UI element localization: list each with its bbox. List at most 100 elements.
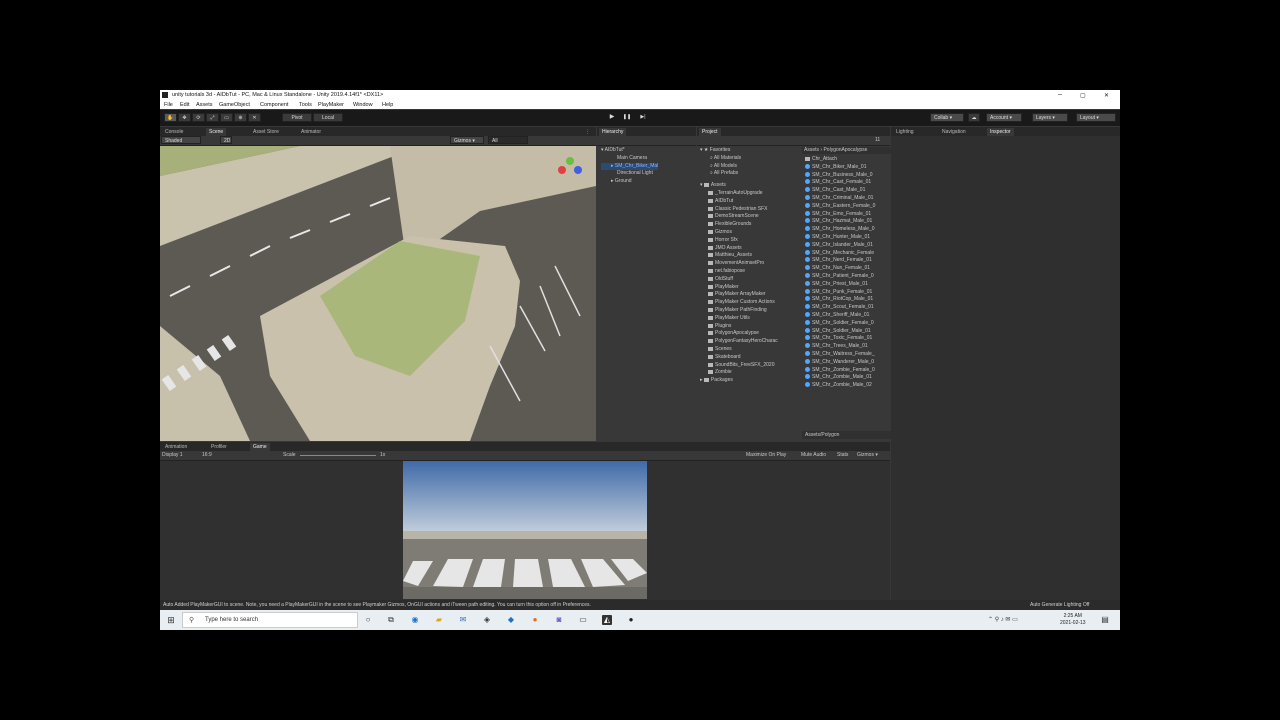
custom-tool-icon[interactable]: ✕: [248, 113, 261, 122]
hierarchy-item-selected[interactable]: ▸ SM_Chr_Biker_Mal: [601, 162, 659, 171]
discord-icon[interactable]: ◙: [554, 615, 564, 625]
system-tray-icons[interactable]: ⌃ ⚲ ♪ ✉ ▭: [988, 616, 1018, 623]
folder-item[interactable]: FlexibleGrounds: [700, 221, 800, 229]
menu-gameobject[interactable]: GameObject: [219, 102, 250, 108]
tab-asset-store[interactable]: Asset Store: [250, 128, 282, 136]
menu-file[interactable]: File: [164, 102, 173, 108]
file-item[interactable]: SM_Chr_Nerd_Female_01: [805, 257, 889, 265]
minimize-button[interactable]: –: [1058, 91, 1062, 98]
folder-item[interactable]: Plugins: [700, 323, 800, 331]
folder-item[interactable]: SoundBits_FreeSFX_2020: [700, 362, 800, 370]
favorite-item[interactable]: ⌕ All Prefabs: [700, 170, 800, 178]
file-item[interactable]: SM_Chr_Nun_Female_01: [805, 265, 889, 273]
scene-viewport[interactable]: [160, 146, 596, 441]
firefox-icon[interactable]: ●: [530, 615, 540, 625]
clock[interactable]: 2:25 AM 2021-02-13: [1060, 613, 1086, 627]
hand-tool-icon[interactable]: ✋: [164, 113, 177, 122]
tab-inspector[interactable]: Inspector: [987, 128, 1014, 136]
file-item[interactable]: SM_Chr_Zombie_Male_01: [805, 374, 889, 382]
unity-hub-icon[interactable]: ●: [626, 615, 636, 625]
file-item[interactable]: SM_Chr_Eastern_Female_0: [805, 202, 889, 211]
vscode-icon[interactable]: ◆: [506, 615, 516, 625]
task-view-icon[interactable]: ⧉: [386, 615, 396, 625]
move-tool-icon[interactable]: ✥: [178, 113, 191, 122]
app-icon[interactable]: ◈: [482, 615, 492, 625]
file-item[interactable]: SM_Chr_Toxic_Female_01: [805, 335, 889, 343]
transform-tool-icon[interactable]: ⊕: [234, 113, 247, 122]
favorites-header[interactable]: ▾ ★ Favorites: [700, 147, 800, 155]
file-item[interactable]: SM_Chr_Patient_Female_0: [805, 272, 889, 281]
file-item[interactable]: SM_Chr_RiotCop_Male_01: [805, 296, 889, 304]
stats-toggle[interactable]: Stats: [837, 451, 848, 460]
tab-navigation[interactable]: Navigation: [939, 128, 969, 136]
folder-item[interactable]: _TerrainAutoUpgrade: [700, 190, 800, 198]
file-item[interactable]: SM_Chr_Soldier_Male_01: [805, 327, 889, 336]
file-item[interactable]: SM_Chr_Cast_Male_01: [805, 187, 889, 195]
pivot-toggle[interactable]: Pivot: [282, 113, 312, 122]
folder-item[interactable]: PlayMaker Custom Actions: [700, 299, 800, 307]
hierarchy-item[interactable]: ▾ AIDbTut*: [601, 147, 658, 155]
pause-button[interactable]: ❚❚: [621, 113, 633, 122]
folder-item[interactable]: PlayMaker PathFinding: [700, 307, 800, 315]
edge-icon[interactable]: ◉: [410, 615, 420, 625]
taskbar-search-box[interactable]: ⚲ Type here to search: [182, 612, 358, 628]
file-item[interactable]: SM_Chr_Hazmat_Male_01: [805, 218, 889, 226]
mute-audio-toggle[interactable]: Mute Audio: [801, 451, 826, 460]
2d-toggle[interactable]: 2D: [220, 136, 232, 144]
file-item[interactable]: SM_Chr_Zombie_Male_02: [805, 382, 889, 390]
file-item[interactable]: SM_Chr_Sheriff_Male_01: [805, 311, 889, 320]
favorite-item[interactable]: ⌕ All Models: [700, 163, 800, 171]
folder-item[interactable]: Gizmos: [700, 229, 800, 237]
file-item[interactable]: SM_Chr_Punk_Female_01: [805, 288, 889, 297]
folder-item[interactable]: Matthieu_Assets: [700, 252, 800, 260]
file-item[interactable]: SM_Chr_Emo_Female_01: [805, 210, 889, 219]
tab-lighting[interactable]: Lighting: [893, 128, 917, 136]
file-item[interactable]: SM_Chr_Soldier_Female_0: [805, 319, 889, 328]
notifications-icon[interactable]: ▤: [1100, 615, 1110, 625]
folder-item[interactable]: DemoStreamScene: [700, 213, 800, 221]
mail-icon[interactable]: ✉: [458, 615, 468, 625]
menu-edit[interactable]: Edit: [180, 102, 189, 108]
game-gizmos-dropdown[interactable]: Gizmos ▾: [857, 451, 878, 460]
tab-game[interactable]: Game: [250, 443, 270, 451]
tab-profiler[interactable]: Profiler: [208, 443, 230, 451]
maximize-button[interactable]: ▢: [1080, 92, 1086, 99]
hierarchy-search-bar[interactable]: [597, 136, 696, 146]
folder-item[interactable]: Classic Pedestrian SFX: [700, 206, 800, 214]
menu-tools[interactable]: Tools: [299, 102, 312, 108]
favorite-item[interactable]: ⌕ All Materials: [700, 155, 800, 163]
close-button[interactable]: ✕: [1104, 92, 1109, 99]
gizmos-dropdown[interactable]: Gizmos ▾: [450, 136, 484, 144]
menu-playmaker[interactable]: PlayMaker: [318, 102, 344, 108]
collab-dropdown[interactable]: Collab ▾: [930, 113, 964, 122]
tab-hierarchy[interactable]: Hierarchy: [599, 128, 627, 136]
file-item[interactable]: SM_Chr_Biker_Male_01: [805, 163, 889, 172]
taskbar-search-input[interactable]: Type here to search: [205, 617, 258, 623]
folder-item[interactable]: Horror Sfx: [700, 237, 800, 245]
maximize-on-play-toggle[interactable]: Maximize On Play: [746, 451, 786, 460]
packages-header[interactable]: ▸ Packages: [700, 377, 800, 385]
menu-assets[interactable]: Assets: [196, 102, 213, 108]
aspect-dropdown[interactable]: 16:9: [202, 451, 212, 460]
scale-slider[interactable]: [300, 455, 376, 456]
panel-menu-icon[interactable]: ⋮: [582, 128, 593, 136]
menu-window[interactable]: Window: [353, 102, 373, 108]
file-item[interactable]: SM_Chr_Hunter_Male_01: [805, 233, 889, 242]
display-dropdown[interactable]: Display 1: [162, 451, 183, 460]
folder-item[interactable]: net.fabiopose: [700, 268, 800, 276]
tab-console[interactable]: Console: [162, 128, 186, 136]
rotate-tool-icon[interactable]: ⟳: [192, 113, 205, 122]
folder-item[interactable]: PlayMaker: [700, 284, 800, 292]
file-item[interactable]: SM_Chr_Criminal_Male_01: [805, 194, 889, 203]
cortana-icon[interactable]: ○: [363, 615, 373, 625]
hierarchy-item[interactable]: Main Camera: [601, 155, 658, 163]
folder-item[interactable]: JMO Assets: [700, 245, 800, 253]
folder-item[interactable]: PlayMaker Utils: [700, 315, 800, 323]
breadcrumb-assets[interactable]: Assets: [804, 147, 819, 153]
scale-tool-icon[interactable]: ⤢: [206, 113, 219, 122]
file-item[interactable]: SM_Chr_Islander_Male_01: [805, 241, 889, 250]
tab-animation[interactable]: Animation: [162, 443, 190, 451]
file-item-folder[interactable]: Chr_Attach: [805, 156, 889, 164]
file-explorer-icon[interactable]: ▰: [434, 615, 444, 625]
file-item[interactable]: SM_Chr_Wanderer_Male_0: [805, 358, 889, 367]
